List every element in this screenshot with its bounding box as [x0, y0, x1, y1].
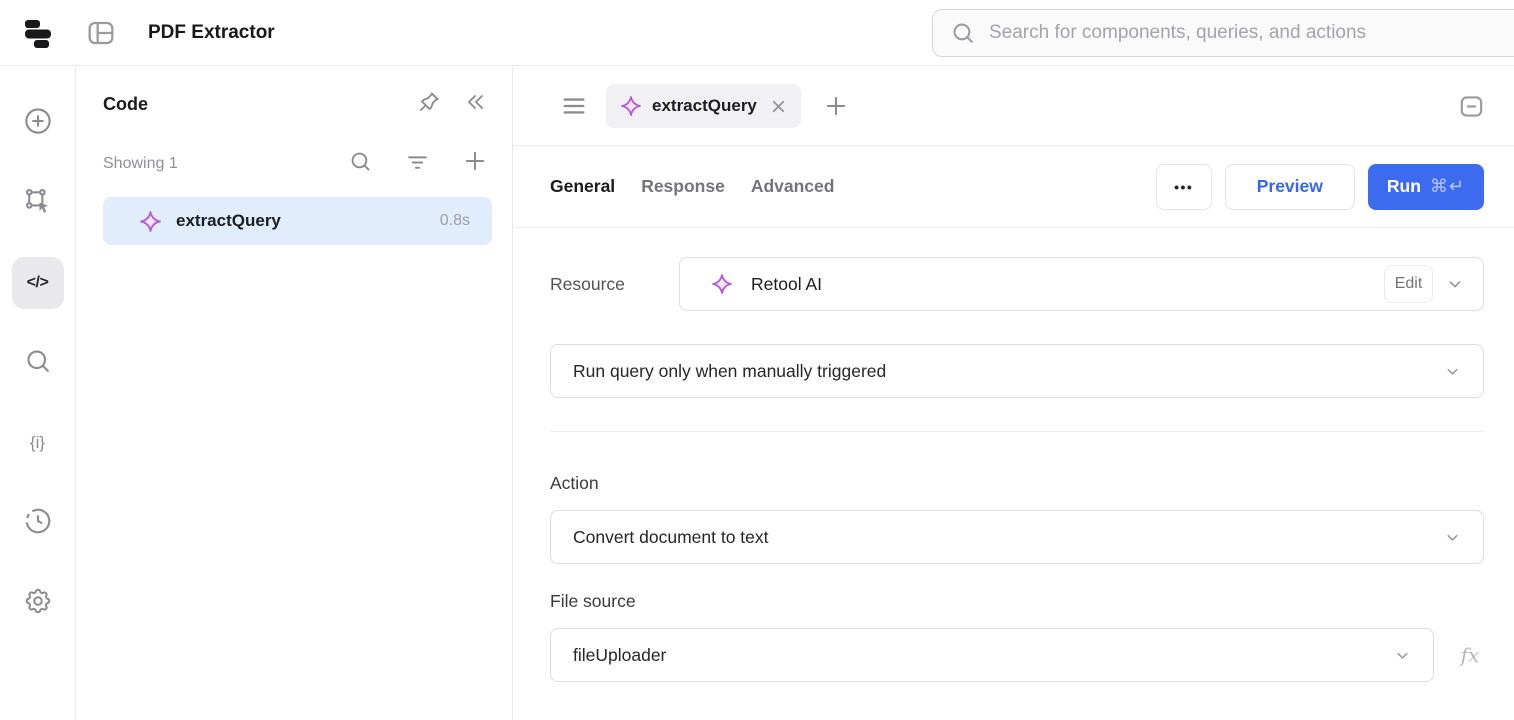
new-tab-icon[interactable] — [823, 93, 849, 119]
query-duration: 0.8s — [440, 212, 470, 230]
left-rail: </> {i} — [0, 67, 76, 720]
minimize-editor-icon[interactable] — [1457, 92, 1486, 121]
code-panel-button[interactable]: </> — [12, 257, 64, 309]
tab-advanced[interactable]: Advanced — [751, 176, 835, 197]
edit-resource-button[interactable]: Edit — [1384, 265, 1433, 303]
resource-select[interactable]: Retool AI Edit — [679, 257, 1484, 311]
resource-value: Retool AI — [751, 274, 822, 295]
file-source-label: File source — [550, 591, 1484, 612]
plus-circle-icon — [23, 106, 53, 141]
query-editor: extractQuery — [514, 67, 1514, 720]
query-list-item[interactable]: extractQuery 0.8s — [103, 197, 492, 245]
chevron-down-icon[interactable] — [1446, 275, 1464, 293]
top-bar: PDF Extractor — [0, 0, 1514, 66]
run-trigger-value: Run query only when manually triggered — [573, 361, 886, 382]
tab-extractquery[interactable]: extractQuery — [606, 84, 801, 128]
settings-button[interactable] — [12, 577, 64, 629]
clock-icon — [23, 506, 53, 541]
close-tab-icon[interactable] — [769, 97, 788, 116]
query-name: extractQuery — [176, 211, 281, 231]
ai-sparkle-icon — [711, 273, 733, 295]
section-divider — [550, 431, 1484, 432]
collapse-panel-icon[interactable] — [464, 90, 488, 119]
action-value: Convert document to text — [573, 527, 769, 548]
file-source-value: fileUploader — [573, 645, 666, 666]
menu-icon[interactable] — [560, 92, 588, 120]
tab-response[interactable]: Response — [641, 176, 725, 197]
state-panel-button[interactable]: {i} — [12, 417, 64, 469]
chevron-down-icon — [1444, 529, 1461, 546]
chevron-down-icon — [1444, 363, 1461, 380]
editor-control-row: General Response Advanced ••• Preview Ru… — [514, 146, 1514, 228]
pin-icon[interactable] — [416, 89, 442, 120]
resource-label: Resource — [550, 274, 679, 295]
gear-icon — [23, 586, 53, 621]
code-icon: </> — [27, 274, 49, 292]
search-panel-button[interactable] — [12, 337, 64, 389]
code-panel: Code Showing 1 — [77, 67, 513, 720]
select-tool-button[interactable] — [12, 177, 64, 229]
add-query-icon[interactable] — [462, 148, 488, 179]
chevron-down-icon — [1394, 647, 1411, 664]
action-select[interactable]: Convert document to text — [550, 510, 1484, 564]
editor-tab-bar: extractQuery — [514, 67, 1514, 146]
history-button[interactable] — [12, 497, 64, 549]
run-shortcut-keys: ⌘↵ — [1430, 176, 1465, 197]
code-panel-title: Code — [103, 94, 148, 115]
filter-icon[interactable] — [405, 149, 430, 179]
global-search[interactable] — [932, 9, 1514, 57]
run-label: Run — [1387, 176, 1421, 197]
retool-logo-icon — [22, 16, 56, 50]
select-cursor-icon — [23, 186, 53, 221]
ai-sparkle-icon — [139, 210, 162, 233]
search-icon — [950, 20, 976, 46]
fx-expression-icon[interactable]: fx — [1456, 643, 1484, 667]
run-trigger-select[interactable]: Run query only when manually triggered — [550, 344, 1484, 398]
ai-sparkle-icon — [620, 95, 642, 117]
showing-count-label: Showing 1 — [103, 155, 178, 173]
run-button[interactable]: Run ⌘↵ — [1368, 164, 1484, 210]
layout-panels-icon[interactable] — [84, 16, 118, 50]
retool-logo[interactable] — [22, 16, 56, 50]
preview-button[interactable]: Preview — [1225, 164, 1355, 210]
add-component-button[interactable] — [12, 97, 64, 149]
search-queries-icon[interactable] — [348, 149, 373, 179]
app-title: PDF Extractor — [148, 22, 275, 44]
tab-general[interactable]: General — [550, 176, 615, 197]
state-icon: {i} — [30, 433, 45, 453]
retool-editor-window: PDF Extractor — [0, 0, 1514, 720]
file-source-row: fileUploader fx — [550, 628, 1484, 682]
search-icon — [23, 346, 53, 381]
resource-row: Resource Retool AI Edit — [550, 257, 1484, 311]
file-source-select[interactable]: fileUploader — [550, 628, 1434, 682]
tab-label: extractQuery — [652, 96, 757, 116]
more-actions-button[interactable]: ••• — [1156, 164, 1212, 210]
search-input[interactable] — [989, 22, 1514, 44]
general-tab-content: Resource Retool AI Edit — [514, 228, 1514, 682]
action-label: Action — [550, 473, 1484, 494]
